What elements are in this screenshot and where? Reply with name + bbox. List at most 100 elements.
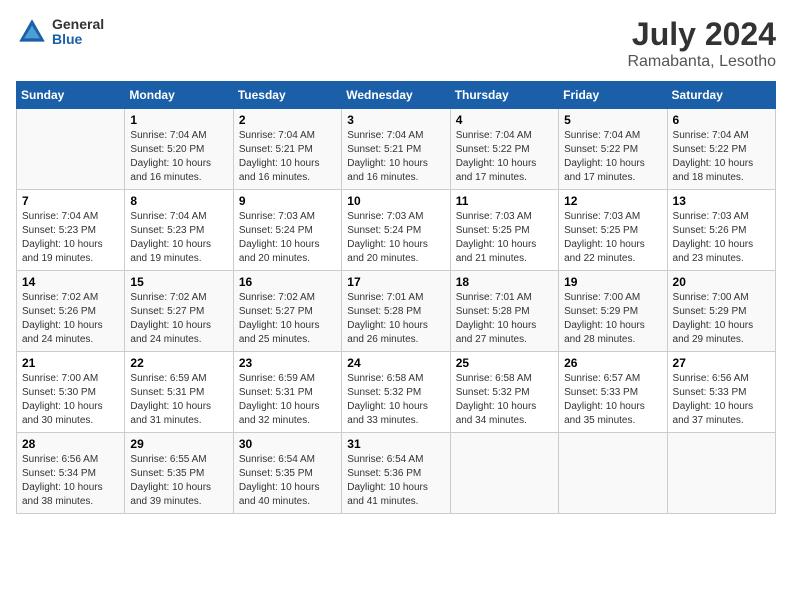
calendar-cell: 7 Sunrise: 7:04 AMSunset: 5:23 PMDaylight… <box>17 190 125 271</box>
day-number: 1 <box>130 113 227 127</box>
calendar-cell: 28 Sunrise: 6:56 AMSunset: 5:34 PMDayligh… <box>17 433 125 514</box>
title-block: July 2024 Ramabanta, Lesotho <box>627 16 776 71</box>
calendar-week-row: 1 Sunrise: 7:04 AMSunset: 5:20 PMDaylight… <box>17 109 776 190</box>
calendar-cell: 30 Sunrise: 6:54 AMSunset: 5:35 PMDayligh… <box>233 433 341 514</box>
day-number: 28 <box>22 437 119 451</box>
day-number: 14 <box>22 275 119 289</box>
day-number: 10 <box>347 194 444 208</box>
day-number: 25 <box>456 356 553 370</box>
day-number: 4 <box>456 113 553 127</box>
day-info: Sunrise: 7:01 AMSunset: 5:28 PMDaylight:… <box>347 291 444 347</box>
day-header-wednesday: Wednesday <box>342 82 450 109</box>
calendar-cell: 14Sunrise: 7:02 AMSunset: 5:26 PMDayligh… <box>17 271 125 352</box>
day-number: 7 <box>22 194 119 208</box>
day-info: Sunrise: 7:04 AMSunset: 5:22 PMDaylight:… <box>456 129 553 185</box>
day-number: 2 <box>239 113 336 127</box>
day-info: Sunrise: 7:04 AMSunset: 5:23 PMDaylight:… <box>22 210 119 266</box>
day-info: Sunrise: 7:00 AMSunset: 5:30 PMDaylight:… <box>22 372 119 428</box>
day-number: 15 <box>130 275 227 289</box>
day-number: 24 <box>347 356 444 370</box>
calendar-cell <box>667 433 775 514</box>
calendar-cell: 2 Sunrise: 7:04 AMSunset: 5:21 PMDaylight… <box>233 109 341 190</box>
calendar-cell: 20 Sunrise: 7:00 AMSunset: 5:29 PMDayligh… <box>667 271 775 352</box>
day-info: Sunrise: 6:56 AMSunset: 5:33 PMDaylight:… <box>673 372 770 428</box>
day-info: Sunrise: 6:54 AMSunset: 5:36 PMDaylight:… <box>347 453 444 509</box>
day-info: Sunrise: 7:04 AMSunset: 5:22 PMDaylight:… <box>564 129 661 185</box>
logo: General Blue <box>16 16 104 48</box>
day-number: 12 <box>564 194 661 208</box>
day-info: Sunrise: 7:03 AMSunset: 5:26 PMDaylight:… <box>673 210 770 266</box>
calendar-cell: 1 Sunrise: 7:04 AMSunset: 5:20 PMDaylight… <box>125 109 233 190</box>
day-number: 8 <box>130 194 227 208</box>
calendar-cell: 9 Sunrise: 7:03 AMSunset: 5:24 PMDaylight… <box>233 190 341 271</box>
calendar-cell: 23 Sunrise: 6:59 AMSunset: 5:31 PMDayligh… <box>233 352 341 433</box>
day-number: 31 <box>347 437 444 451</box>
day-info: Sunrise: 6:55 AMSunset: 5:35 PMDaylight:… <box>130 453 227 509</box>
day-info: Sunrise: 7:01 AMSunset: 5:28 PMDaylight:… <box>456 291 553 347</box>
day-number: 29 <box>130 437 227 451</box>
day-info: Sunrise: 6:57 AMSunset: 5:33 PMDaylight:… <box>564 372 661 428</box>
calendar-week-row: 7 Sunrise: 7:04 AMSunset: 5:23 PMDaylight… <box>17 190 776 271</box>
day-header-sunday: Sunday <box>17 82 125 109</box>
calendar-cell: 5 Sunrise: 7:04 AMSunset: 5:22 PMDaylight… <box>559 109 667 190</box>
day-info: Sunrise: 6:58 AMSunset: 5:32 PMDaylight:… <box>456 372 553 428</box>
day-info: Sunrise: 6:58 AMSunset: 5:32 PMDaylight:… <box>347 372 444 428</box>
day-number: 5 <box>564 113 661 127</box>
calendar-cell <box>450 433 558 514</box>
day-number: 9 <box>239 194 336 208</box>
day-info: Sunrise: 7:00 AMSunset: 5:29 PMDaylight:… <box>673 291 770 347</box>
day-info: Sunrise: 7:04 AMSunset: 5:20 PMDaylight:… <box>130 129 227 185</box>
page-subtitle: Ramabanta, Lesotho <box>627 53 776 71</box>
calendar-cell: 21 Sunrise: 7:00 AMSunset: 5:30 PMDayligh… <box>17 352 125 433</box>
calendar-cell: 26Sunrise: 6:57 AMSunset: 5:33 PMDayligh… <box>559 352 667 433</box>
day-number: 21 <box>22 356 119 370</box>
calendar-cell <box>17 109 125 190</box>
calendar-week-row: 14Sunrise: 7:02 AMSunset: 5:26 PMDayligh… <box>17 271 776 352</box>
calendar-table: SundayMondayTuesdayWednesdayThursdayFrid… <box>16 81 776 514</box>
calendar-cell: 6Sunrise: 7:04 AMSunset: 5:22 PMDaylight… <box>667 109 775 190</box>
calendar-cell: 3Sunrise: 7:04 AMSunset: 5:21 PMDaylight… <box>342 109 450 190</box>
day-number: 20 <box>673 275 770 289</box>
calendar-cell: 15 Sunrise: 7:02 AMSunset: 5:27 PMDayligh… <box>125 271 233 352</box>
calendar-cell: 25 Sunrise: 6:58 AMSunset: 5:32 PMDayligh… <box>450 352 558 433</box>
day-header-thursday: Thursday <box>450 82 558 109</box>
day-info: Sunrise: 6:54 AMSunset: 5:35 PMDaylight:… <box>239 453 336 509</box>
calendar-cell <box>559 433 667 514</box>
day-info: Sunrise: 7:04 AMSunset: 5:21 PMDaylight:… <box>347 129 444 185</box>
day-header-monday: Monday <box>125 82 233 109</box>
day-number: 19 <box>564 275 661 289</box>
calendar-cell: 8Sunrise: 7:04 AMSunset: 5:23 PMDaylight… <box>125 190 233 271</box>
day-number: 11 <box>456 194 553 208</box>
calendar-cell: 27Sunrise: 6:56 AMSunset: 5:33 PMDayligh… <box>667 352 775 433</box>
day-info: Sunrise: 7:02 AMSunset: 5:27 PMDaylight:… <box>130 291 227 347</box>
day-info: Sunrise: 7:03 AMSunset: 5:25 PMDaylight:… <box>564 210 661 266</box>
day-number: 18 <box>456 275 553 289</box>
calendar-cell: 18 Sunrise: 7:01 AMSunset: 5:28 PMDayligh… <box>450 271 558 352</box>
calendar-cell: 12 Sunrise: 7:03 AMSunset: 5:25 PMDayligh… <box>559 190 667 271</box>
day-info: Sunrise: 7:02 AMSunset: 5:27 PMDaylight:… <box>239 291 336 347</box>
day-header-tuesday: Tuesday <box>233 82 341 109</box>
day-info: Sunrise: 7:03 AMSunset: 5:24 PMDaylight:… <box>239 210 336 266</box>
calendar-cell: 17Sunrise: 7:01 AMSunset: 5:28 PMDayligh… <box>342 271 450 352</box>
day-info: Sunrise: 7:04 AMSunset: 5:22 PMDaylight:… <box>673 129 770 185</box>
day-info: Sunrise: 7:00 AMSunset: 5:29 PMDaylight:… <box>564 291 661 347</box>
day-info: Sunrise: 6:56 AMSunset: 5:34 PMDaylight:… <box>22 453 119 509</box>
day-info: Sunrise: 7:04 AMSunset: 5:21 PMDaylight:… <box>239 129 336 185</box>
calendar-cell: 4 Sunrise: 7:04 AMSunset: 5:22 PMDaylight… <box>450 109 558 190</box>
day-info: Sunrise: 6:59 AMSunset: 5:31 PMDaylight:… <box>130 372 227 428</box>
day-number: 23 <box>239 356 336 370</box>
day-info: Sunrise: 6:59 AMSunset: 5:31 PMDaylight:… <box>239 372 336 428</box>
logo-blue: Blue <box>52 32 104 47</box>
calendar-cell: 19 Sunrise: 7:00 AMSunset: 5:29 PMDayligh… <box>559 271 667 352</box>
calendar-cell: 24 Sunrise: 6:58 AMSunset: 5:32 PMDayligh… <box>342 352 450 433</box>
calendar-cell: 13 Sunrise: 7:03 AMSunset: 5:26 PMDayligh… <box>667 190 775 271</box>
logo-text: General Blue <box>52 17 104 48</box>
day-number: 13 <box>673 194 770 208</box>
day-number: 30 <box>239 437 336 451</box>
page-title: July 2024 <box>627 16 776 53</box>
calendar-cell: 22Sunrise: 6:59 AMSunset: 5:31 PMDayligh… <box>125 352 233 433</box>
calendar-header-row: SundayMondayTuesdayWednesdayThursdayFrid… <box>17 82 776 109</box>
calendar-week-row: 28 Sunrise: 6:56 AMSunset: 5:34 PMDayligh… <box>17 433 776 514</box>
day-header-friday: Friday <box>559 82 667 109</box>
day-header-saturday: Saturday <box>667 82 775 109</box>
